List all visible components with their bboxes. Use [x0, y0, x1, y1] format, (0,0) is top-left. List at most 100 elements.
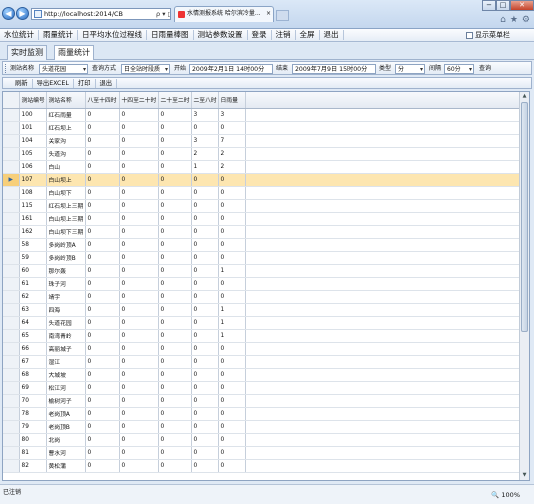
cell-station-id[interactable]: 105	[19, 147, 47, 161]
table-row[interactable]: 115 红石坝上三期 0 0 0 0 0	[3, 199, 521, 213]
cell-station-name[interactable]: 松江河	[46, 381, 86, 395]
cell-20-2[interactable]: 0	[158, 355, 192, 369]
cell-8-14[interactable]: 0	[85, 277, 120, 291]
cell-2-8[interactable]: 0	[191, 394, 219, 408]
vertical-scrollbar[interactable]: ▲ ▼	[519, 92, 529, 480]
tab-realtime-monitoring[interactable]: 实时监测	[7, 45, 47, 60]
show-menu-checkbox[interactable]	[466, 31, 473, 39]
cell-station-id[interactable]: 60	[19, 264, 47, 278]
maximize-icon[interactable]: □	[496, 0, 510, 11]
cell-20-2[interactable]: 0	[158, 199, 192, 213]
table-row[interactable]: 162 白山坝下三期 0 0 0 0 0	[3, 225, 521, 239]
cell-daily-rain[interactable]: 0	[218, 225, 246, 239]
col-2-8[interactable]: 二至八时	[191, 92, 219, 109]
cell-daily-rain[interactable]: 0	[218, 368, 246, 382]
menu-station-params[interactable]: 测站参数设置	[194, 30, 248, 40]
cell-daily-rain[interactable]: 0	[218, 446, 246, 460]
row-header[interactable]	[3, 134, 20, 148]
cell-14-20[interactable]: 0	[119, 420, 159, 434]
cell-daily-rain[interactable]: 0	[218, 433, 246, 447]
cell-14-20[interactable]: 0	[119, 251, 159, 265]
cell-8-14[interactable]: 0	[85, 199, 120, 213]
table-row[interactable]: 68 大城坡 0 0 0 0 0	[3, 368, 521, 382]
col-14-20[interactable]: 十四至二十时	[119, 92, 159, 109]
cell-2-8[interactable]: 0	[191, 173, 219, 187]
interval-select[interactable]: 60分	[444, 64, 474, 75]
cell-20-2[interactable]: 0	[158, 238, 192, 252]
cell-station-name[interactable]: 白山坝上三期	[46, 212, 86, 226]
cell-20-2[interactable]: 0	[158, 329, 192, 343]
cell-2-8[interactable]: 0	[191, 342, 219, 356]
table-row[interactable]: 66 高丽城子 0 0 0 0 0	[3, 342, 521, 356]
cell-station-id[interactable]: 66	[19, 342, 47, 356]
cell-daily-rain[interactable]: 1	[218, 303, 246, 317]
cell-daily-rain[interactable]: 0	[218, 290, 246, 304]
cell-2-8[interactable]: 0	[191, 446, 219, 460]
cell-station-id[interactable]: 68	[19, 368, 47, 382]
cell-8-14[interactable]: 0	[85, 329, 120, 343]
cell-station-name[interactable]: 大城坡	[46, 368, 86, 382]
cell-station-id[interactable]: 115	[19, 199, 47, 213]
cell-station-name[interactable]: 北岗	[46, 433, 86, 447]
cell-daily-rain[interactable]: 0	[218, 199, 246, 213]
menu-login[interactable]: 登录	[248, 30, 272, 40]
minimize-icon[interactable]: −	[482, 0, 496, 11]
cell-2-8[interactable]: 0	[191, 277, 219, 291]
table-row[interactable]: 82 黄松蒲 0 0 0 0 0	[3, 459, 521, 473]
cell-2-8[interactable]: 0	[191, 407, 219, 421]
cell-station-name[interactable]: 白山坝下	[46, 186, 86, 200]
cell-station-id[interactable]: 67	[19, 355, 47, 369]
cell-daily-rain[interactable]: 0	[218, 420, 246, 434]
cell-station-name[interactable]: 头道沟	[46, 147, 86, 161]
cell-20-2[interactable]: 0	[158, 446, 192, 460]
cell-8-14[interactable]: 0	[85, 134, 120, 148]
exit-button[interactable]: 退出	[96, 78, 118, 88]
table-row[interactable]: 100 红石雨量 0 0 0 3 3	[3, 108, 521, 122]
cell-8-14[interactable]: 0	[85, 381, 120, 395]
cell-14-20[interactable]: 0	[119, 407, 159, 421]
cell-8-14[interactable]: 0	[85, 238, 120, 252]
cell-station-name[interactable]: 老岗顶A	[46, 407, 86, 421]
cell-station-name[interactable]: 白山	[46, 160, 86, 174]
row-header[interactable]: ▶	[3, 173, 20, 187]
cell-station-id[interactable]: 64	[19, 316, 47, 330]
table-row[interactable]: 59 多岗岭顶B 0 0 0 0 0	[3, 251, 521, 265]
menu-fullscreen[interactable]: 全屏	[296, 30, 320, 40]
cell-station-name[interactable]: 关家沟	[46, 134, 86, 148]
scroll-up-icon[interactable]: ▲	[520, 92, 529, 101]
cell-2-8[interactable]: 3	[191, 134, 219, 148]
cell-20-2[interactable]: 0	[158, 368, 192, 382]
cell-station-id[interactable]: 80	[19, 433, 47, 447]
cell-2-8[interactable]: 0	[191, 186, 219, 200]
cell-20-2[interactable]: 0	[158, 264, 192, 278]
cell-20-2[interactable]: 0	[158, 316, 192, 330]
cell-14-20[interactable]: 0	[119, 355, 159, 369]
table-row[interactable]: 108 白山坝下 0 0 0 0 0	[3, 186, 521, 200]
home-icon[interactable]: ⌂	[500, 15, 506, 25]
cell-daily-rain[interactable]: 0	[218, 381, 246, 395]
row-header[interactable]	[3, 264, 20, 278]
new-tab-button[interactable]	[276, 10, 289, 21]
cell-8-14[interactable]: 0	[85, 316, 120, 330]
cell-station-id[interactable]: 79	[19, 420, 47, 434]
cell-station-id[interactable]: 70	[19, 394, 47, 408]
table-row[interactable]: 58 多岗岭顶A 0 0 0 0 0	[3, 238, 521, 252]
cell-station-name[interactable]: 四海	[46, 303, 86, 317]
cell-daily-rain[interactable]: 0	[218, 355, 246, 369]
cell-station-id[interactable]: 108	[19, 186, 47, 200]
cell-station-id[interactable]: 69	[19, 381, 47, 395]
cell-station-name[interactable]: 多岗岭顶A	[46, 238, 86, 252]
cell-2-8[interactable]: 0	[191, 355, 219, 369]
cell-8-14[interactable]: 0	[85, 264, 120, 278]
cell-station-id[interactable]: 101	[19, 121, 47, 135]
cell-20-2[interactable]: 0	[158, 225, 192, 239]
cell-8-14[interactable]: 0	[85, 147, 120, 161]
cell-station-name[interactable]: 黄松蒲	[46, 459, 86, 473]
cell-station-name[interactable]: 湿江	[46, 355, 86, 369]
cell-20-2[interactable]: 0	[158, 433, 192, 447]
cell-14-20[interactable]: 0	[119, 303, 159, 317]
table-row[interactable]: 80 北岗 0 0 0 0 0	[3, 433, 521, 447]
row-header[interactable]	[3, 225, 20, 239]
row-header[interactable]	[3, 238, 20, 252]
cell-8-14[interactable]: 0	[85, 290, 120, 304]
